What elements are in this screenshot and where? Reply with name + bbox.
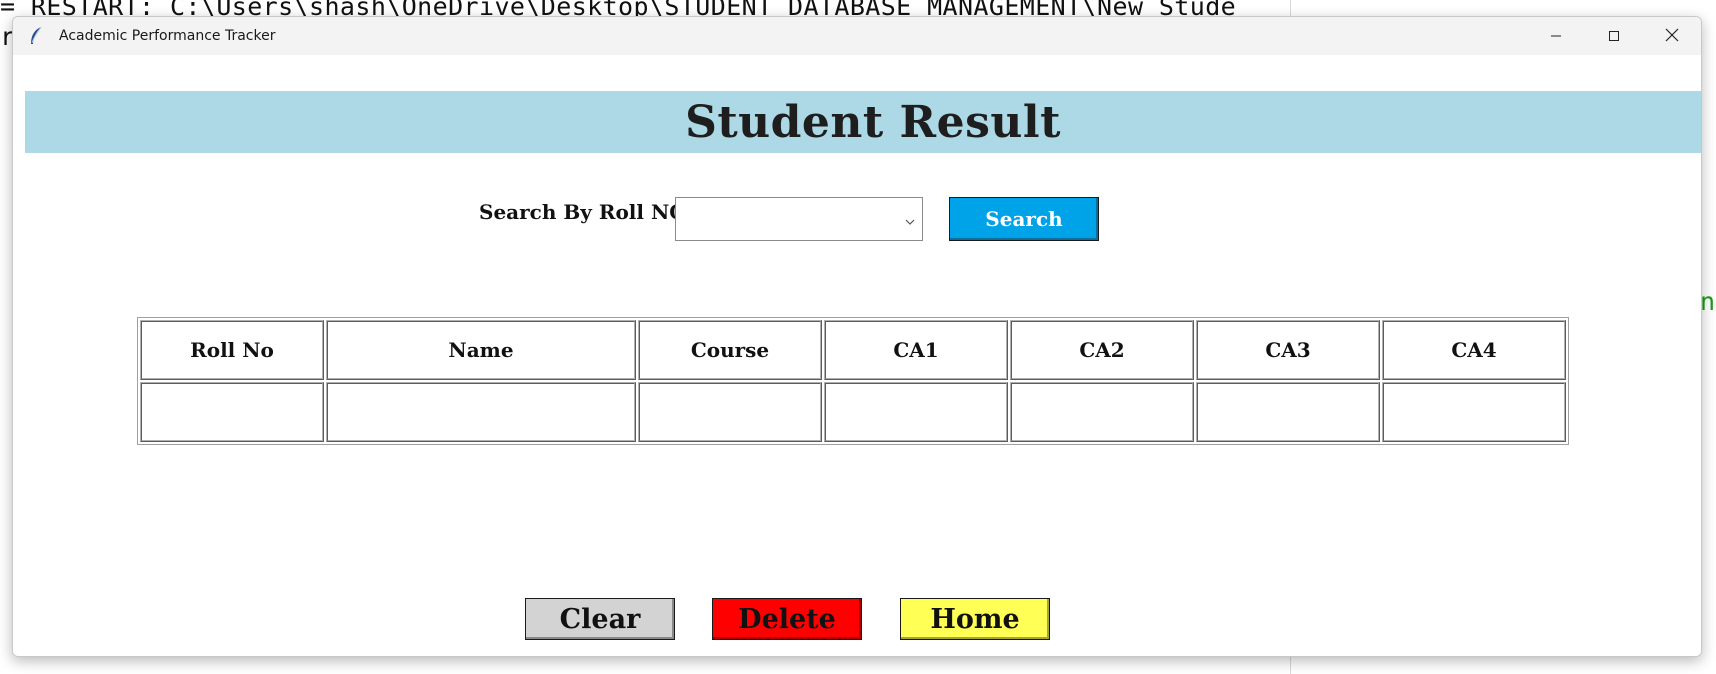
close-icon	[1665, 27, 1679, 46]
home-button[interactable]: Home	[900, 598, 1050, 640]
delete-button[interactable]: Delete	[712, 598, 862, 640]
minimize-icon	[1550, 27, 1562, 46]
table-cell-ca4[interactable]	[1382, 382, 1566, 442]
table-cell-ca3[interactable]	[1196, 382, 1380, 442]
clear-button[interactable]: Clear	[525, 598, 675, 640]
column-header-ca4[interactable]: CA4	[1382, 320, 1566, 380]
result-table: Roll No Name Course CA1 CA2 CA3 CA4	[137, 317, 1569, 445]
table-cell-course[interactable]	[638, 382, 822, 442]
chevron-down-icon[interactable]	[904, 213, 916, 225]
roll-no-combobox[interactable]	[675, 197, 923, 241]
app-window: Academic Performance Tracker Student Res…	[12, 16, 1702, 657]
table-cell-roll-no[interactable]	[140, 382, 324, 442]
feather-icon	[25, 25, 47, 47]
page-title: Student Result	[685, 96, 1061, 148]
maximize-icon	[1608, 27, 1620, 46]
table-cell-name[interactable]	[326, 382, 636, 442]
title-bar[interactable]: Academic Performance Tracker	[13, 17, 1701, 55]
table-cell-ca1[interactable]	[824, 382, 1008, 442]
table-row[interactable]	[140, 382, 1566, 442]
column-header-course[interactable]: Course	[638, 320, 822, 380]
table-header-row: Roll No Name Course CA1 CA2 CA3 CA4	[140, 320, 1566, 380]
column-header-roll-no[interactable]: Roll No	[140, 320, 324, 380]
window-title: Academic Performance Tracker	[59, 28, 276, 44]
close-button[interactable]	[1643, 17, 1701, 55]
window-content: Student Result Search By Roll NO Search …	[13, 55, 1701, 656]
search-button[interactable]: Search	[949, 197, 1099, 241]
maximize-button[interactable]	[1585, 17, 1643, 55]
shell-side-text: n	[1700, 287, 1716, 316]
header-band: Student Result	[25, 91, 1701, 153]
search-label: Search By Roll NO	[479, 200, 687, 224]
minimize-button[interactable]	[1527, 17, 1585, 55]
table-cell-ca2[interactable]	[1010, 382, 1194, 442]
column-header-ca3[interactable]: CA3	[1196, 320, 1380, 380]
column-header-name[interactable]: Name	[326, 320, 636, 380]
column-header-ca2[interactable]: CA2	[1010, 320, 1194, 380]
column-header-ca1[interactable]: CA1	[824, 320, 1008, 380]
